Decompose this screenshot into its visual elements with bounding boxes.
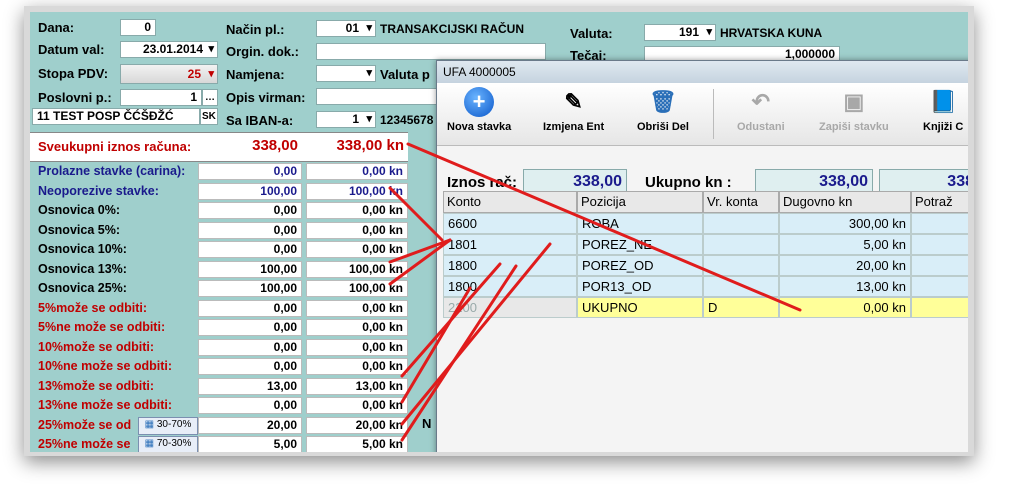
- arrow-line: [400, 242, 552, 426]
- arrow-line: [388, 238, 452, 264]
- arrow-line: [388, 186, 444, 242]
- arrow-line: [406, 142, 802, 312]
- arrow-line: [388, 238, 452, 286]
- invoice-form: Dana: 0 Datum val: 23.01.2014 Stopa PDV:…: [30, 12, 968, 452]
- annotation-arrows: [388, 142, 802, 442]
- arrow-line: [400, 264, 518, 442]
